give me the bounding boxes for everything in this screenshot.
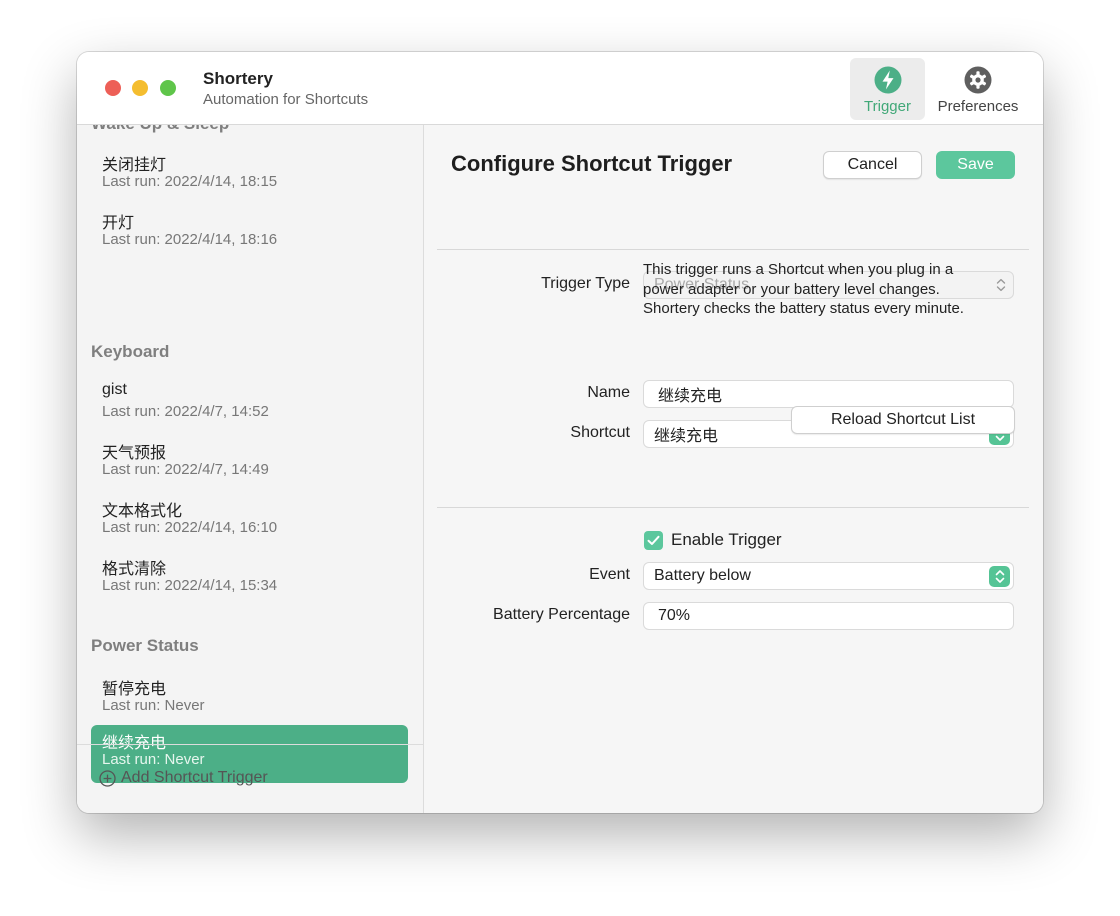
close-window-button[interactable]: [105, 80, 121, 96]
trigger-name: 文本格式化: [102, 503, 183, 520]
save-button[interactable]: Save: [936, 151, 1015, 179]
toolbar-trigger-tab[interactable]: Trigger: [850, 58, 925, 120]
shortcut-value: 继续充电: [654, 428, 719, 445]
bolt-icon: [874, 66, 901, 94]
checkmark-icon: [647, 535, 660, 545]
toolbar-trigger-label: Trigger: [864, 98, 911, 115]
event-value: Battery below: [654, 567, 751, 584]
reload-shortcut-list-button[interactable]: Reload Shortcut List: [791, 406, 1015, 434]
trigger-name: 关闭挂灯: [102, 157, 167, 174]
trigger-last-run: Last run: 2022/4/7, 14:52: [102, 403, 269, 420]
trigger-last-run: Last run: 2022/4/14, 16:10: [102, 519, 278, 536]
app-subtitle: Automation for Shortcuts: [203, 91, 369, 108]
sidebar-trigger-item[interactable]: 开灯 Last run: 2022/4/14, 18:16: [91, 205, 408, 261]
sidebar-trigger-item[interactable]: 文本格式化 Last run: 2022/4/14, 16:10: [91, 493, 408, 549]
app-window: Shortery Automation for Shortcuts Trigge…: [77, 52, 1043, 813]
battery-percentage-field[interactable]: 70%: [643, 602, 1014, 630]
enable-trigger-label[interactable]: Enable Trigger: [671, 530, 782, 550]
trigger-name: 继续充电: [102, 735, 167, 752]
shortcut-label: Shortcut: [570, 424, 630, 441]
trigger-name: 开灯: [102, 215, 135, 232]
plus-circle-icon: [99, 769, 116, 787]
sidebar: Wake Up & Sleep 关闭挂灯 Last run: 2022/4/14…: [77, 125, 424, 813]
trigger-last-run: Last run: 2022/4/14, 15:34: [102, 577, 278, 594]
description-line: power adapter or your battery level chan…: [643, 280, 940, 298]
title-bar: Shortery Automation for Shortcuts Trigge…: [77, 52, 1043, 125]
trigger-last-run: Last run: 2022/4/7, 14:49: [102, 461, 269, 478]
sidebar-section-header: Keyboard: [91, 342, 170, 361]
name-value: 继续充电: [658, 388, 723, 405]
trigger-last-run: Last run: Never: [102, 697, 205, 714]
trigger-last-run: Last run: Never: [102, 751, 205, 768]
chevron-updown-icon: [989, 566, 1010, 587]
header-divider: [437, 249, 1029, 250]
trigger-name: gist: [102, 381, 127, 398]
trigger-name: 格式清除: [102, 561, 167, 578]
add-trigger-label: Add Shortcut Trigger: [121, 769, 268, 786]
battery-percentage-label: Battery Percentage: [493, 606, 630, 623]
description-line: This trigger runs a Shortcut when you pl…: [643, 261, 954, 278]
toolbar-preferences-label: Preferences: [937, 98, 1019, 115]
toolbar-preferences-tab[interactable]: Preferences: [931, 58, 1025, 120]
add-shortcut-trigger-button[interactable]: Add Shortcut Trigger: [99, 769, 268, 787]
sidebar-section-header: Power Status: [91, 636, 199, 655]
trigger-name: 天气预报: [102, 445, 167, 462]
trigger-last-run: Last run: 2022/4/14, 18:16: [102, 231, 278, 248]
sidebar-trigger-item[interactable]: gist Last run: 2022/4/7, 14:52: [91, 377, 408, 433]
configure-panel: Configure Shortcut Trigger Cancel Save T…: [424, 125, 1043, 813]
enable-trigger-checkbox[interactable]: [644, 531, 663, 550]
zoom-window-button[interactable]: [160, 80, 176, 96]
trigger-last-run: Last run: 2022/4/14, 18:15: [102, 173, 278, 190]
minimize-window-button[interactable]: [132, 80, 148, 96]
battery-percentage-value: 70%: [658, 607, 691, 624]
cancel-button[interactable]: Cancel: [823, 151, 922, 179]
name-field[interactable]: 继续充电: [643, 380, 1014, 408]
event-select[interactable]: Battery below: [643, 562, 1014, 590]
app-title: Shortery: [203, 69, 273, 88]
trigger-name: 暂停充电: [102, 681, 167, 698]
gear-icon: [964, 66, 992, 94]
sidebar-section-header: Wake Up & Sleep: [91, 125, 229, 134]
trigger-type-label: Trigger Type: [541, 275, 630, 292]
sidebar-trigger-item[interactable]: 暂停充电 Last run: Never: [91, 671, 408, 727]
page-title: Configure Shortcut Trigger: [451, 151, 733, 176]
name-label: Name: [587, 384, 630, 401]
section-divider: [437, 507, 1029, 508]
sidebar-trigger-item[interactable]: 关闭挂灯 Last run: 2022/4/14, 18:15: [91, 147, 408, 203]
sidebar-trigger-item[interactable]: 格式清除 Last run: 2022/4/14, 15:34: [91, 551, 408, 607]
event-label: Event: [589, 566, 630, 583]
trigger-description: This trigger runs a Shortcut when you pl…: [643, 260, 1023, 319]
sidebar-trigger-item[interactable]: 天气预报 Last run: 2022/4/7, 14:49: [91, 435, 408, 491]
sidebar-divider: [77, 744, 423, 745]
description-line: Shortery checks the battery status every…: [643, 300, 964, 317]
